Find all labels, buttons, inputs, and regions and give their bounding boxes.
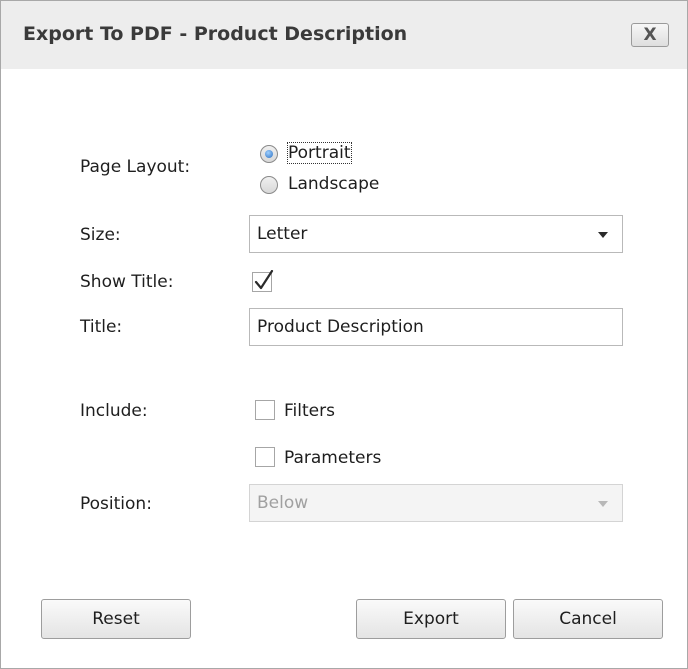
parameters-checkbox[interactable] (255, 447, 275, 467)
chevron-down-icon (598, 501, 608, 507)
position-dropdown[interactable]: Below (249, 484, 623, 522)
show-title-label: Show Title: (80, 272, 174, 292)
filters-checkbox[interactable] (255, 400, 275, 420)
checkmark-icon (254, 270, 274, 290)
portrait-radio[interactable] (260, 145, 278, 163)
dialog-title: Export To PDF - Product Description (23, 23, 408, 45)
position-label: Position: (80, 494, 152, 514)
include-label: Include: (80, 401, 148, 421)
radio-selected-dot (265, 150, 273, 158)
export-pdf-dialog: Export To PDF - Product Description X Pa… (0, 0, 688, 669)
size-value: Letter (257, 224, 308, 244)
parameters-checkbox-label[interactable]: Parameters (284, 448, 381, 468)
title-input-value: Product Description (257, 317, 424, 337)
landscape-radio-label[interactable]: Landscape (288, 174, 379, 194)
size-label: Size: (80, 225, 121, 245)
close-icon: X (643, 25, 657, 45)
title-bar: Export To PDF - Product Description X (1, 1, 687, 69)
close-button[interactable]: X (631, 23, 669, 47)
show-title-checkbox[interactable] (252, 270, 274, 292)
reset-button[interactable]: Reset (41, 599, 191, 639)
portrait-radio-label[interactable]: Portrait (287, 142, 352, 164)
filters-checkbox-label[interactable]: Filters (284, 401, 335, 421)
title-label: Title: (80, 317, 123, 337)
dialog-content: Page Layout: Portrait Landscape Size: Le… (7, 69, 681, 662)
chevron-down-icon (598, 232, 608, 238)
cancel-button[interactable]: Cancel (513, 599, 663, 639)
landscape-radio[interactable] (260, 176, 278, 194)
position-value: Below (257, 493, 309, 513)
export-button[interactable]: Export (356, 599, 506, 639)
size-dropdown[interactable]: Letter (249, 215, 623, 253)
page-layout-label: Page Layout: (80, 157, 191, 177)
title-input[interactable]: Product Description (249, 308, 623, 346)
